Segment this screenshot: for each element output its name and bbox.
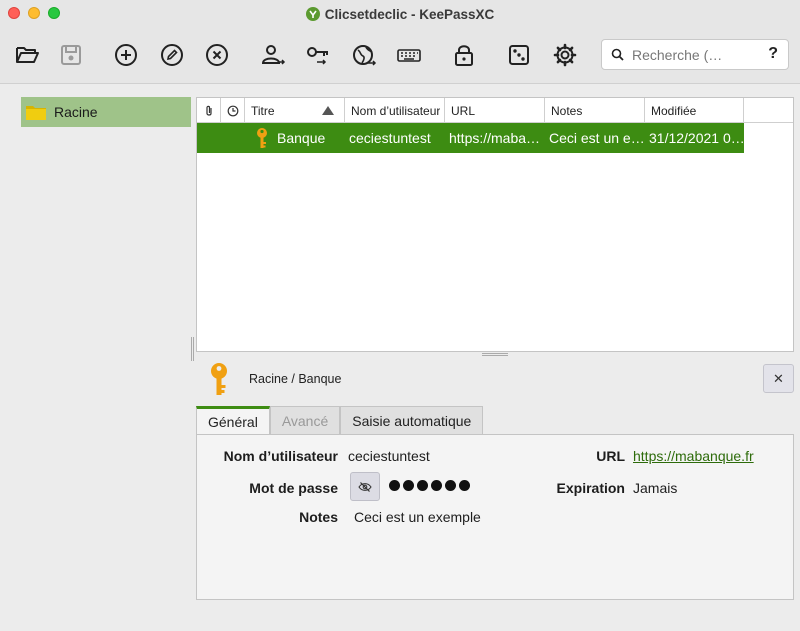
window-title-group: Clicsetdeclic - KeePassXC (305, 6, 495, 22)
column-header-username[interactable]: Nom d’utilisateur (345, 98, 445, 123)
copy-username-button[interactable] (258, 38, 288, 72)
column-header-notes-label: Notes (551, 103, 583, 118)
column-header-notes[interactable]: Notes (545, 98, 645, 123)
entry-username-cell: ceciestuntest (349, 130, 431, 146)
entry-path: Racine / Banque (249, 372, 342, 386)
group-tree: Racine (0, 85, 193, 631)
password-generator-icon (509, 45, 529, 65)
column-header-username-label: Nom d’utilisateur (351, 103, 441, 118)
username-label: Nom d’utilisateur (223, 448, 338, 464)
column-header-modified[interactable]: Modifiée (645, 98, 744, 123)
url-link[interactable]: https://mabanque.fr (633, 448, 754, 464)
username-value: ceciestuntest (348, 448, 430, 464)
entry-table: Titre Nom d’utilisateur URL Notes Modifi… (196, 97, 794, 352)
edit-entry-button[interactable] (157, 38, 187, 72)
add-entry-button[interactable] (111, 38, 141, 72)
column-header-url-label: URL (451, 103, 476, 118)
preview-tabs: Général Avancé Saisie automatique (196, 406, 484, 435)
search-box[interactable]: ? (601, 39, 789, 70)
column-header-url[interactable]: URL (445, 98, 545, 123)
column-header-title[interactable]: Titre (245, 98, 345, 123)
autotype-icon (397, 49, 421, 62)
minimize-window-button[interactable] (28, 7, 40, 19)
search-icon (602, 48, 632, 61)
horizontal-splitter-handle[interactable] (482, 353, 508, 356)
add-entry-icon (115, 44, 137, 66)
close-window-button[interactable] (8, 7, 20, 19)
paperclip-icon (206, 105, 212, 116)
sort-ascending-icon (322, 106, 334, 115)
delete-entry-icon (206, 44, 228, 66)
copy-url-button[interactable] (349, 38, 379, 72)
column-header-attachment[interactable] (197, 98, 221, 123)
tab-autotype[interactable]: Saisie automatique (340, 406, 484, 435)
keepassxc-logo-icon (305, 7, 320, 21)
tab-general[interactable]: Général (196, 406, 270, 435)
entry-title-cell: Banque (277, 130, 326, 146)
table-header: Titre Nom d’utilisateur URL Notes Modifi… (197, 98, 793, 123)
entry-key-icon (251, 123, 273, 153)
expiration-value: Jamais (633, 480, 678, 496)
delete-entry-button[interactable] (202, 38, 232, 72)
column-header-modified-label: Modifiée (651, 103, 697, 118)
save-database-button[interactable] (56, 38, 86, 72)
main-toolbar: ? (0, 28, 800, 84)
close-icon: ✕ (773, 370, 784, 386)
open-database-button[interactable] (12, 38, 42, 72)
tab-advanced[interactable]: Avancé (269, 406, 341, 435)
settings-icon (553, 43, 577, 67)
copy-username-icon (261, 45, 286, 65)
search-input[interactable] (632, 46, 752, 63)
close-preview-button[interactable]: ✕ (763, 364, 794, 393)
column-header-title-label: Titre (251, 103, 275, 118)
window-title: Clicsetdeclic - KeePassXC (324, 6, 495, 22)
group-label: Racine (54, 104, 98, 120)
notes-label: Notes (299, 509, 338, 525)
save-database-icon (61, 45, 81, 65)
folder-icon (26, 106, 46, 120)
zoom-window-button[interactable] (48, 7, 60, 19)
autotype-button[interactable] (394, 38, 424, 72)
entry-key-icon (211, 363, 227, 395)
copy-password-button[interactable] (303, 38, 333, 72)
entry-url-cell: https://maba… (449, 130, 541, 146)
search-help-button[interactable]: ? (768, 45, 778, 63)
column-header-expires[interactable] (221, 98, 245, 123)
expiration-label: Expiration (556, 480, 625, 496)
clock-icon (227, 105, 239, 116)
copy-url-icon (353, 45, 377, 66)
eye-slash-icon (358, 481, 372, 492)
lock-database-icon (455, 45, 473, 66)
table-row[interactable]: Banque ceciestuntest https://maba… Ceci … (197, 123, 744, 153)
url-label: URL (596, 448, 625, 464)
password-masked-value (389, 480, 470, 491)
toggle-password-button[interactable] (350, 472, 380, 501)
copy-password-icon (307, 47, 328, 65)
password-label: Mot de passe (249, 480, 338, 496)
open-database-icon (16, 47, 39, 63)
password-generator-button[interactable] (504, 38, 534, 72)
vertical-splitter-handle[interactable] (191, 337, 194, 361)
edit-entry-icon (161, 44, 183, 66)
settings-button[interactable] (550, 38, 580, 72)
notes-value: Ceci est un exemple (354, 509, 481, 525)
window-controls (8, 7, 60, 19)
general-tab-panel: Nom d’utilisateur ceciestuntest Mot de p… (196, 434, 794, 600)
lock-database-button[interactable] (449, 38, 479, 72)
title-bar: Clicsetdeclic - KeePassXC (0, 0, 800, 28)
entry-notes-cell: Ceci est un e… (549, 130, 643, 146)
entry-modified-cell: 31/12/2021 0… (649, 130, 743, 146)
group-item-racine[interactable]: Racine (21, 97, 191, 127)
